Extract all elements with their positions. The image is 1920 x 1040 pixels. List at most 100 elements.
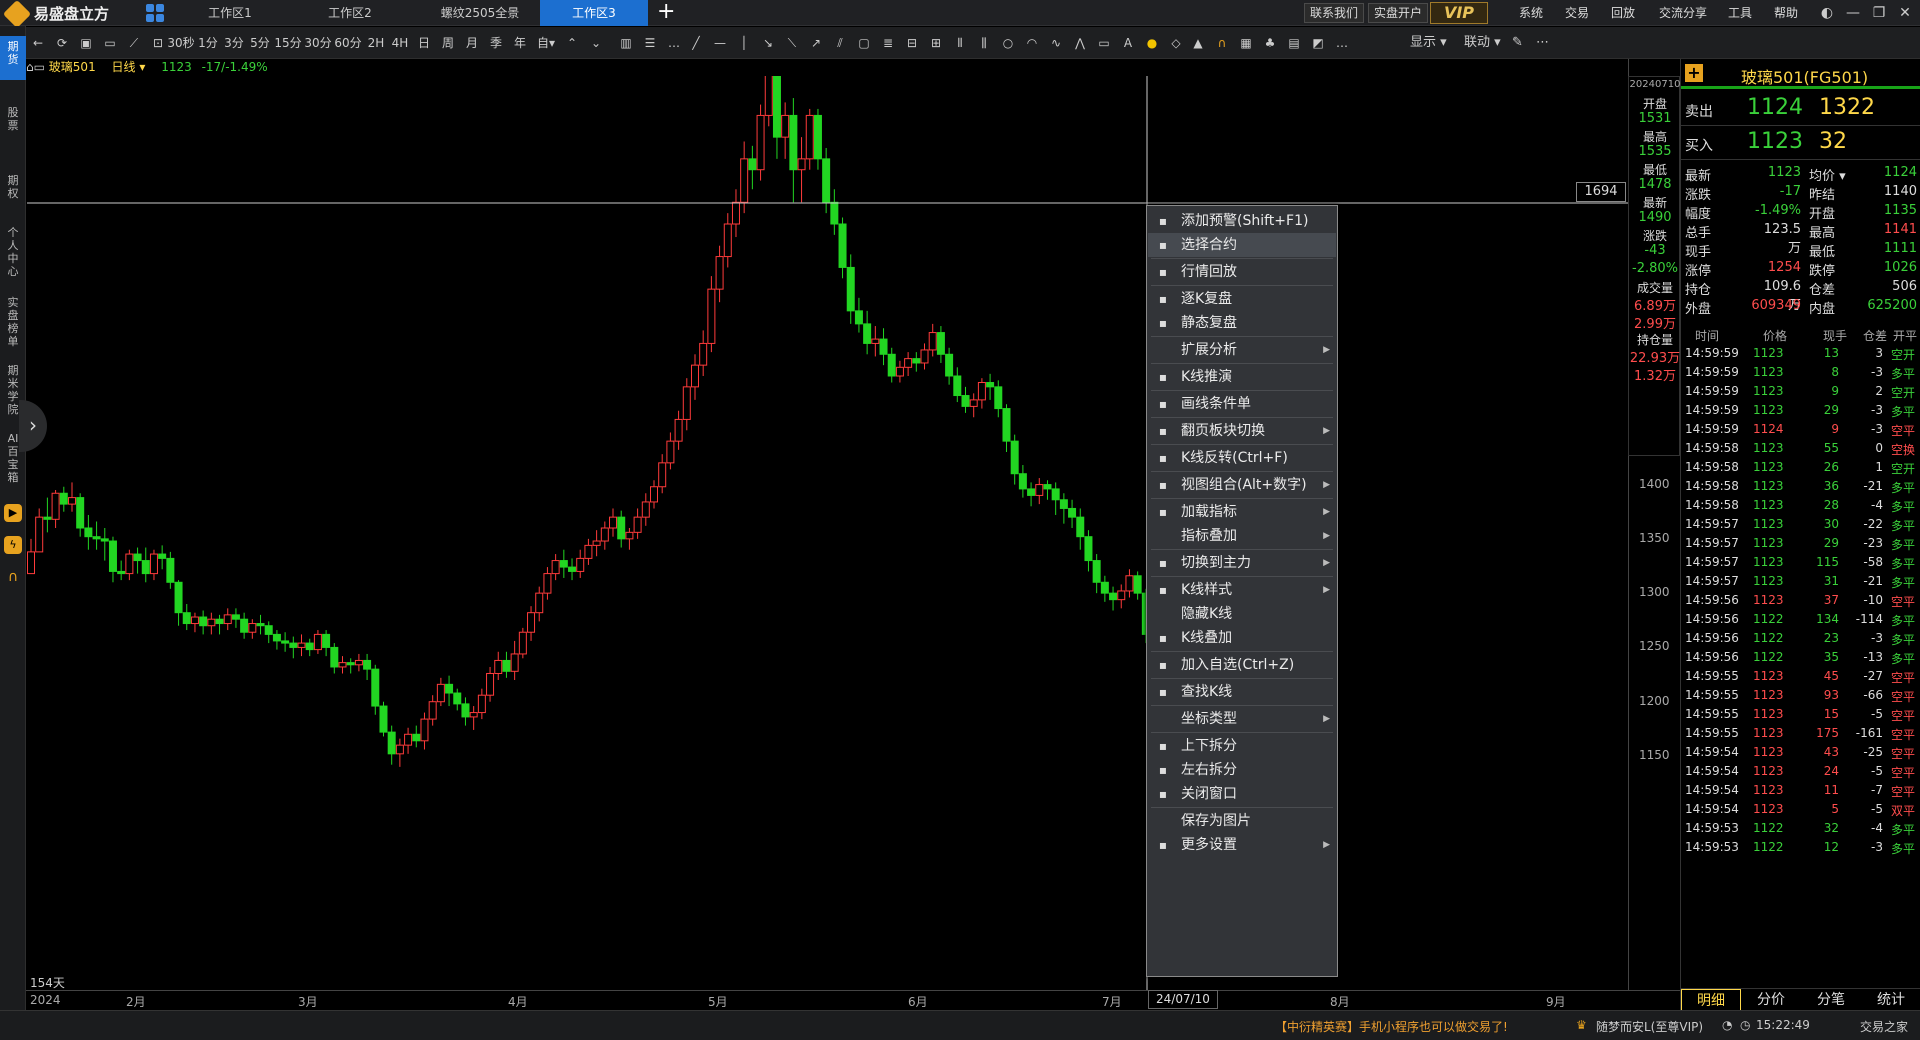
ctx-item-5[interactable]: 扩展分析 ▶ bbox=[1148, 338, 1336, 362]
ctx-item-1[interactable]: ▪ 选择合约 bbox=[1148, 233, 1336, 257]
menu-system[interactable]: 系统 bbox=[1519, 0, 1543, 26]
ctx-item-9[interactable]: ▪ K线反转(Ctrl+F) bbox=[1148, 446, 1336, 470]
ctx-item-10[interactable]: ▪ 视图组合(Alt+数字) ▶ bbox=[1148, 473, 1336, 497]
tab-workspace-3[interactable]: 工作区3 bbox=[540, 0, 648, 26]
period-custom[interactable]: 自▾ bbox=[533, 34, 559, 52]
period-month[interactable]: 月 bbox=[461, 34, 483, 52]
period-5m[interactable]: 5分 bbox=[248, 34, 272, 52]
draw-price-icon[interactable]: ▭ bbox=[1096, 34, 1112, 52]
menu-replay[interactable]: 回放 bbox=[1611, 0, 1635, 26]
menu-trade[interactable]: 交易 bbox=[1565, 0, 1589, 26]
play-icon[interactable]: ▶ bbox=[4, 504, 22, 522]
sell-price[interactable]: 1124 bbox=[1747, 95, 1803, 120]
menu-tools[interactable]: 工具 bbox=[1728, 0, 1752, 26]
save-icon[interactable]: ▣ bbox=[78, 34, 94, 52]
draw-vline-icon[interactable]: │ bbox=[736, 34, 752, 52]
period-30s[interactable]: 30秒 bbox=[166, 34, 196, 52]
nav-personal[interactable]: 个人中心 bbox=[0, 226, 26, 284]
chart-symbol[interactable]: 玻璃501 bbox=[49, 60, 96, 74]
draw-polyline-icon[interactable]: ⋀ bbox=[1072, 34, 1088, 52]
draw-channel-icon[interactable]: ⫽ bbox=[832, 34, 848, 52]
draw-wave-icon[interactable]: ∿ bbox=[1048, 34, 1064, 52]
chart-period[interactable]: 日线 ▾ bbox=[112, 60, 146, 74]
layout-grid-icon[interactable] bbox=[146, 4, 164, 22]
magnet-icon[interactable]: ∩ bbox=[1214, 34, 1230, 52]
ctx-item-7[interactable]: ▪ 画线条件单 bbox=[1148, 392, 1336, 416]
period-2h[interactable]: 2H bbox=[365, 34, 387, 52]
ctx-item-11[interactable]: ▪ 加载指标 ▶ bbox=[1148, 500, 1336, 524]
more-dots-icon[interactable]: … bbox=[666, 34, 682, 52]
zoom-out-icon[interactable]: ⌄ bbox=[588, 34, 604, 52]
period-30m[interactable]: 30分 bbox=[303, 34, 333, 52]
refresh-icon[interactable]: ⟳ bbox=[54, 34, 70, 52]
period-15m[interactable]: 15分 bbox=[273, 34, 303, 52]
ctx-item-8[interactable]: ▪ 翻页板块切换 ▶ bbox=[1148, 419, 1336, 443]
ctx-item-12[interactable]: 指标叠加 ▶ bbox=[1148, 524, 1336, 548]
contact-button[interactable]: 联系我们 bbox=[1304, 3, 1365, 23]
period-1m[interactable]: 1分 bbox=[196, 34, 220, 52]
draw-cycle-icon[interactable]: ⦀ bbox=[952, 34, 968, 52]
folder-icon[interactable]: ▭ bbox=[102, 34, 118, 52]
ctx-item-6[interactable]: ▪ K线推演 bbox=[1148, 365, 1336, 389]
nav-stocks[interactable]: 股票 bbox=[0, 106, 26, 140]
edit-icon[interactable]: ✎ bbox=[1512, 34, 1523, 52]
draw-line-icon[interactable]: ╱ bbox=[688, 34, 704, 52]
list-icon[interactable]: ☰ bbox=[642, 34, 658, 52]
maximize-icon[interactable]: ❐ bbox=[1866, 0, 1892, 26]
add-tab-icon[interactable]: + bbox=[657, 1, 675, 23]
headset-icon[interactable]: ∩ bbox=[4, 568, 22, 586]
template-icon[interactable]: ▤ bbox=[1286, 34, 1302, 52]
period-week[interactable]: 周 bbox=[437, 34, 459, 52]
ctx-item-2[interactable]: ▪ 行情回放 bbox=[1148, 260, 1336, 284]
draw-gann-icon[interactable]: ⊞ bbox=[928, 34, 944, 52]
news-ticker[interactable]: 【中衍精英赛】手机小程序也可以做交易了! bbox=[1275, 1018, 1508, 1035]
period-year[interactable]: 年 bbox=[509, 34, 531, 52]
ctx-item-19[interactable]: 坐标类型 ▶ bbox=[1148, 707, 1336, 731]
draw-circle-icon[interactable]: ○ bbox=[1000, 34, 1016, 52]
skin-icon[interactable]: ◐ bbox=[1814, 0, 1840, 26]
ctx-item-0[interactable]: ▪ 添加预警(Shift+F1) bbox=[1148, 209, 1336, 233]
screenshot-icon[interactable]: ◩ bbox=[1310, 34, 1326, 52]
home-link[interactable]: 交易之家 bbox=[1860, 1018, 1908, 1035]
tab-ticks[interactable]: 分笔 bbox=[1801, 989, 1861, 1011]
ctx-item-16[interactable]: ▪ K线叠加 bbox=[1148, 626, 1336, 650]
ctx-item-14[interactable]: ▪ K线样式 ▶ bbox=[1148, 578, 1336, 602]
period-3m[interactable]: 3分 bbox=[222, 34, 246, 52]
user-name[interactable]: 随梦而安L(至尊VIP) bbox=[1596, 1018, 1703, 1035]
draw-period-icon[interactable]: ⫼ bbox=[976, 34, 992, 52]
more-icon[interactable]: ⋯ bbox=[1536, 34, 1549, 52]
ctx-item-22[interactable]: ▪ 关闭窗口 bbox=[1148, 782, 1336, 806]
tab-detail[interactable]: 明细 bbox=[1681, 989, 1741, 1011]
tab-price-dist[interactable]: 分价 bbox=[1741, 989, 1801, 1011]
period-day[interactable]: 日 bbox=[413, 34, 435, 52]
calculator-icon[interactable]: ▦ bbox=[1238, 34, 1254, 52]
minimize-icon[interactable]: — bbox=[1840, 0, 1866, 26]
ctx-item-3[interactable]: ▪ 逐K复盘 bbox=[1148, 287, 1336, 311]
ctx-item-15[interactable]: 隐藏K线 bbox=[1148, 602, 1336, 626]
eraser-icon[interactable]: ◇ bbox=[1168, 34, 1184, 52]
ctx-item-21[interactable]: ▪ 左右拆分 bbox=[1148, 758, 1336, 782]
period-4h[interactable]: 4H bbox=[389, 34, 411, 52]
tab-rebar-panorama[interactable]: 螺纹2505全景 bbox=[420, 0, 540, 26]
buy-price[interactable]: 1123 bbox=[1747, 129, 1803, 154]
period-quarter[interactable]: 季 bbox=[485, 34, 507, 52]
add-watch-icon[interactable]: + bbox=[1685, 64, 1703, 82]
split-view-icon[interactable]: ▥ bbox=[618, 34, 634, 52]
draw-ray-icon[interactable]: ↘ bbox=[760, 34, 776, 52]
draw-segment-icon[interactable]: ⟍ bbox=[784, 34, 800, 52]
flash-icon[interactable]: ϟ bbox=[4, 536, 22, 554]
nav-futures[interactable]: 期货 bbox=[0, 36, 26, 80]
back-icon[interactable]: ← bbox=[30, 34, 46, 52]
draw-rect-icon[interactable]: ▢ bbox=[856, 34, 872, 52]
ctx-item-13[interactable]: ▪ 切换到主力 ▶ bbox=[1148, 551, 1336, 575]
draw-text-icon[interactable]: A bbox=[1120, 34, 1136, 52]
tab-stats[interactable]: 统计 bbox=[1861, 989, 1920, 1011]
draw-fib-icon[interactable]: ≣ bbox=[880, 34, 896, 52]
link-dropdown[interactable]: 联动 ▾ bbox=[1464, 34, 1501, 52]
alert-icon[interactable]: ▲ bbox=[1190, 34, 1206, 52]
ctx-item-17[interactable]: ▪ 加入自选(Ctrl+Z) bbox=[1148, 653, 1336, 677]
nav-options[interactable]: 期权 bbox=[0, 174, 26, 204]
draw-arc-icon[interactable]: ◠ bbox=[1024, 34, 1040, 52]
line-chart-icon[interactable]: ⟋ bbox=[126, 34, 142, 52]
ctx-item-18[interactable]: ▪ 查找K线 bbox=[1148, 680, 1336, 704]
